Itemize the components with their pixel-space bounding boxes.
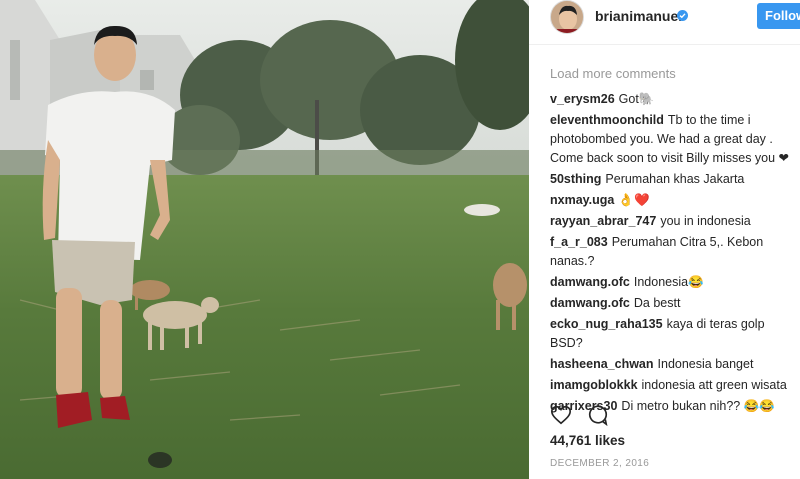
comment-username[interactable]: ecko_nug_raha135	[550, 317, 663, 331]
comment-item: damwang.ofc Indonesia😂	[550, 273, 795, 292]
comment-text: Di metro bukan nih?? 😂😂	[621, 399, 775, 413]
post-sidebar: brianimanuel Follow Load more comments v…	[529, 0, 800, 479]
heart-icon[interactable]	[550, 404, 572, 426]
comment-text: indonesia att green wisata	[641, 378, 787, 392]
comment-username[interactable]: hasheena_chwan	[550, 357, 654, 371]
header-divider	[529, 44, 800, 45]
instagram-post: brianimanuel Follow Load more comments v…	[0, 0, 800, 479]
comment-item: eleventhmoonchild Tb to the time i photob…	[550, 111, 795, 168]
comment-item: imamgoblokkk indonesia att green wisata	[550, 376, 795, 395]
comment-text: 👌❤️	[618, 193, 650, 207]
post-header: brianimanuel Follow	[529, 0, 800, 40]
comment-item: f_a_r_083 Perumahan Citra 5,. Kebon nanas…	[550, 233, 795, 271]
comment-text: Indonesia😂	[633, 275, 704, 289]
comment-username[interactable]: f_a_r_083	[550, 235, 608, 249]
comment-text: you in indonesia	[660, 214, 751, 228]
comment-item: ecko_nug_raha135 kaya di teras golp BSD?	[550, 315, 795, 353]
comment-item: hasheena_chwan Indonesia banget	[550, 355, 795, 374]
ground-shadow	[148, 452, 172, 468]
comment-item: rayyan_abrar_747 you in indonesia	[550, 212, 795, 231]
comment-username[interactable]: imamgoblokkk	[550, 378, 638, 392]
comment-username[interactable]: v_erysm26	[550, 92, 615, 106]
comment-username[interactable]: nxmay.uga	[550, 193, 614, 207]
distant-goat	[464, 204, 500, 216]
comment-username[interactable]: damwang.ofc	[550, 296, 630, 310]
post-photo[interactable]	[0, 0, 529, 479]
comment-text: Indonesia banget	[657, 357, 754, 371]
comment-text: Perumahan khas Jakarta	[605, 172, 745, 186]
avatar[interactable]	[550, 0, 584, 34]
comment-bubble-icon[interactable]	[587, 404, 609, 427]
comment-username[interactable]: rayyan_abrar_747	[550, 214, 656, 228]
comment-username[interactable]: 50sthing	[550, 172, 601, 186]
comment-text: Da bestt	[633, 296, 681, 310]
comment-username[interactable]: damwang.ofc	[550, 275, 630, 289]
verified-badge-icon	[677, 10, 688, 21]
comment-item: v_erysm26 Got🐘	[550, 90, 795, 109]
comments-list: v_erysm26 Got🐘 eleventhmoonchild Tb to the …	[550, 90, 795, 418]
post-date: DECEMBER 2, 2016	[550, 458, 650, 469]
follow-button[interactable]: Follow	[757, 3, 800, 29]
comment-item: damwang.ofc Da bestt	[550, 294, 795, 313]
post-username[interactable]: brianimanuel	[595, 8, 682, 24]
comment-item: 50sthing Perumahan khas Jakarta	[550, 170, 795, 189]
likes-count[interactable]: 44,761 likes	[550, 433, 625, 448]
comment-username[interactable]: eleventhmoonchild	[550, 113, 664, 127]
comment-item: nxmay.uga 👌❤️	[550, 191, 795, 210]
comment-text: Got🐘	[618, 92, 655, 106]
load-more-comments-link[interactable]: Load more comments	[550, 66, 676, 81]
